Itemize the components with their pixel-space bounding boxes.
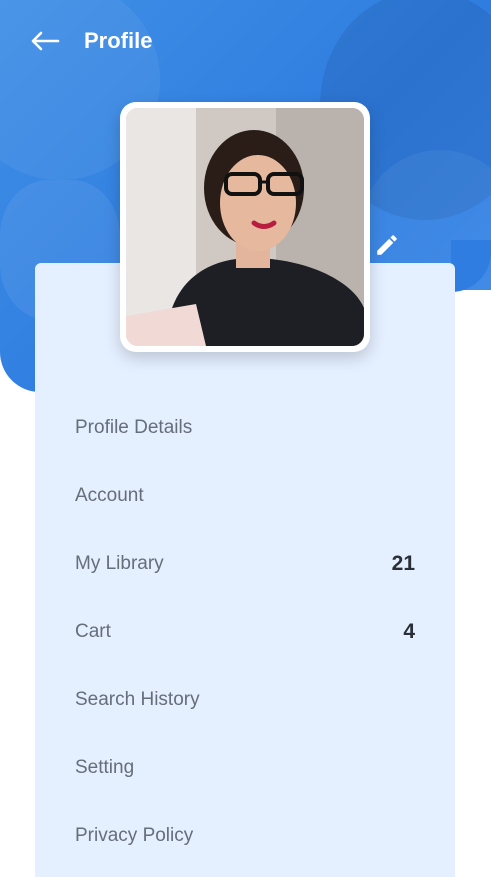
header-cutout xyxy=(451,290,491,400)
menu-item-label: Setting xyxy=(75,757,135,778)
menu-item-profile-details[interactable]: Profile Details xyxy=(75,394,415,462)
menu-item-count: 4 xyxy=(403,620,415,643)
menu-item-label: Account xyxy=(75,485,144,506)
menu-item-label: Search History xyxy=(75,689,200,710)
menu-item-label: My Library xyxy=(75,553,164,574)
menu-item-cart[interactable]: Cart 4 xyxy=(75,598,415,666)
menu-item-privacy-policy[interactable]: Privacy Policy xyxy=(75,802,415,870)
edit-avatar-button[interactable] xyxy=(374,232,400,258)
menu-item-count: 21 xyxy=(391,552,415,575)
avatar-photo xyxy=(126,108,364,346)
profile-menu: Profile Details Account My Library 21 Ca… xyxy=(75,394,415,870)
arrow-left-icon xyxy=(31,31,60,51)
pencil-icon xyxy=(377,235,397,255)
menu-item-my-library[interactable]: My Library 21 xyxy=(75,530,415,598)
avatar-portrait-icon xyxy=(126,108,364,346)
avatar[interactable] xyxy=(120,102,370,352)
page-title: Profile xyxy=(84,28,153,53)
menu-item-setting[interactable]: Setting xyxy=(75,734,415,802)
menu-item-label: Privacy Policy xyxy=(75,825,194,846)
back-button[interactable] xyxy=(30,24,66,58)
menu-item-search-history[interactable]: Search History xyxy=(75,666,415,734)
menu-item-label: Profile Details xyxy=(75,417,193,438)
top-bar: Profile xyxy=(30,24,152,58)
menu-item-label: Cart xyxy=(75,621,111,642)
menu-item-account[interactable]: Account xyxy=(75,462,415,530)
